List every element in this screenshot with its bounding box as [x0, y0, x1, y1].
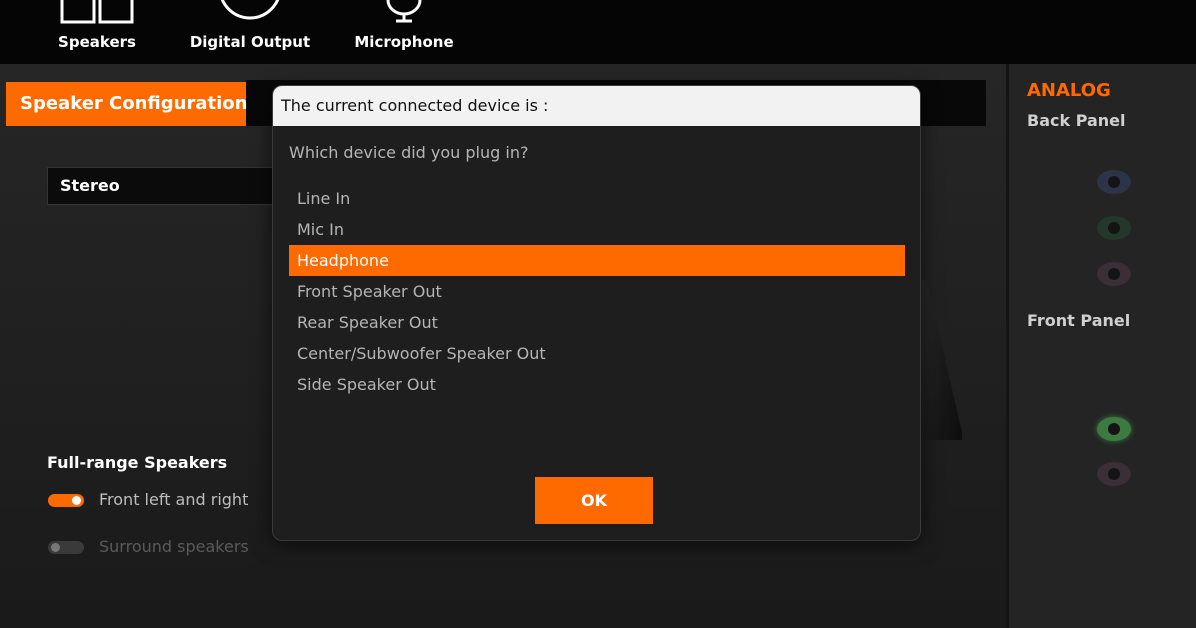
front-left-right-label: Front left and right [99, 490, 249, 509]
back-panel-label: Back Panel [1027, 111, 1126, 130]
surround-speakers-label: Surround speakers [99, 537, 249, 556]
speakers-icon [60, 0, 134, 24]
audio-control-panel: Speakers Digital Output Microphone Speak… [0, 0, 1196, 628]
tab-speaker-configuration[interactable]: Speaker Configuration [6, 82, 247, 126]
ok-button[interactable]: OK [535, 477, 653, 524]
tab-microphone[interactable]: Microphone [352, 0, 456, 64]
device-option-mic-in[interactable]: Mic In [289, 214, 905, 245]
front-panel-label: Front Panel [1027, 311, 1131, 330]
tab-digital-output[interactable]: Digital Output [188, 0, 312, 64]
digital-output-icon [220, 0, 280, 20]
top-navigation-bar: Speakers Digital Output Microphone [0, 0, 1196, 64]
surround-speakers-toggle[interactable] [48, 541, 84, 554]
device-option-side-speaker-out[interactable]: Side Speaker Out [289, 369, 905, 400]
back-jack-blue[interactable] [1097, 170, 1131, 194]
front-jack-pink[interactable] [1097, 462, 1131, 486]
back-jack-green[interactable] [1097, 216, 1131, 240]
device-list: Line In Mic In Headphone Front Speaker O… [289, 183, 905, 400]
dialog-header: The current connected device is : [273, 86, 920, 126]
tab-microphone-label: Microphone [354, 33, 454, 51]
microphone-icon [386, 0, 422, 23]
analog-title: ANALOG [1027, 80, 1111, 101]
full-range-speakers-title: Full-range Speakers [47, 453, 228, 472]
dialog-question: Which device did you plug in? [289, 143, 529, 162]
device-option-rear-speaker-out[interactable]: Rear Speaker Out [289, 307, 905, 338]
tab-speakers-label: Speakers [58, 33, 136, 51]
speaker-mode-select[interactable]: Stereo [47, 167, 275, 205]
front-jack-green[interactable] [1097, 417, 1131, 441]
back-jack-pink[interactable] [1097, 262, 1131, 286]
device-option-front-speaker-out[interactable]: Front Speaker Out [289, 276, 905, 307]
tab-speakers[interactable]: Speakers [52, 0, 142, 64]
device-option-center-subwoofer-out[interactable]: Center/Subwoofer Speaker Out [289, 338, 905, 369]
device-option-line-in[interactable]: Line In [289, 183, 905, 214]
device-detection-dialog: The current connected device is : Which … [272, 85, 921, 541]
jack-panel [1006, 64, 1196, 628]
device-option-headphone[interactable]: Headphone [289, 245, 905, 276]
front-left-right-toggle[interactable] [48, 494, 84, 507]
tab-digital-output-label: Digital Output [189, 33, 311, 51]
